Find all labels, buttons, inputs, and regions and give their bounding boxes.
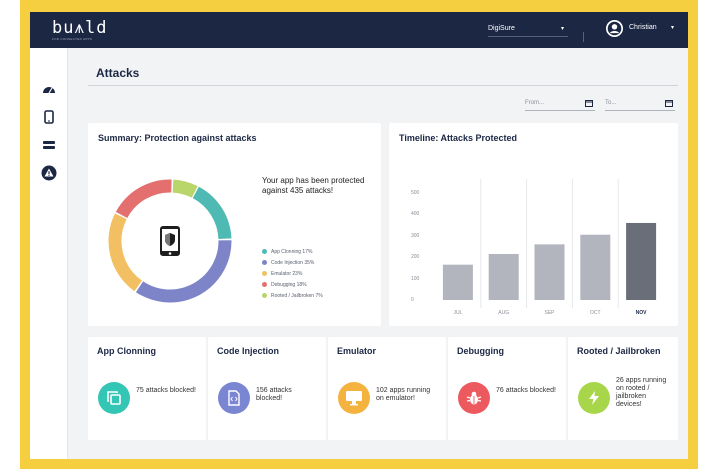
topbar-separator <box>583 32 584 42</box>
user-menu-chevron-icon[interactable]: ▾ <box>671 24 674 31</box>
legend-dot <box>262 271 267 276</box>
phone-shield-icon <box>160 226 180 256</box>
sidebar-item-dashboard[interactable] <box>41 81 57 97</box>
sidebar-item-devices[interactable] <box>41 109 57 125</box>
x-tick-label: SEP <box>544 310 555 316</box>
stat-text: 26 apps running on rooted / jailbroken d… <box>616 377 667 408</box>
stat-text: 156 attacks blocked! <box>256 387 292 402</box>
monitor-icon <box>346 391 362 406</box>
legend-item: Rooted / Jailbroken 7% <box>262 293 323 299</box>
attacks-bar-chart: 0 100 200 300 400 500 JUL AUG SEP OCT NOV <box>389 123 678 326</box>
legend-item: Code Injection 35% <box>262 260 314 266</box>
copy-icon <box>107 391 121 405</box>
stat-icon-badge <box>218 382 250 414</box>
legend-dot <box>262 282 267 287</box>
stat-icon-badge <box>98 382 130 414</box>
bar-jul[interactable] <box>442 264 473 300</box>
legend-item: Debugging 18% <box>262 282 307 288</box>
stat-text: 75 attacks blocked! <box>136 387 196 394</box>
x-tick-label: OCT <box>590 310 601 316</box>
logo-tagline: FOR CONNECTED APPS <box>52 37 93 41</box>
bar-oct[interactable] <box>580 234 611 300</box>
x-tick-label: AUG <box>498 310 510 316</box>
stat-card-rooted-jailbroken[interactable]: Rooted / Jailbroken 26 apps running on r… <box>568 337 678 440</box>
bug-icon <box>466 391 482 405</box>
stat-icon-badge <box>578 382 610 414</box>
date-from-placeholder: From... <box>525 100 544 106</box>
stat-text: 102 apps running on emulator! <box>376 387 431 402</box>
x-tick-label: JUL <box>453 310 463 316</box>
date-to-placeholder: To... <box>605 100 617 106</box>
stat-title: App Clonning <box>97 346 156 356</box>
summary-text: Your app has been protected against 435 … <box>262 176 365 195</box>
header-divider <box>88 85 678 86</box>
legend-label: App Clonning 17% <box>271 249 313 255</box>
bar-aug[interactable] <box>488 253 519 300</box>
stat-icon-badge <box>338 382 370 414</box>
chevron-down-icon: ▾ <box>560 26 564 32</box>
dashboard-icon <box>43 87 55 94</box>
user-menu-name[interactable]: Christian <box>629 24 657 31</box>
legend-item: Emulator 23% <box>262 271 302 277</box>
stat-title: Emulator <box>337 346 377 356</box>
bar-plot-area <box>442 179 657 308</box>
bar-nov[interactable] <box>626 222 657 300</box>
stat-title: Code Injection <box>217 346 280 356</box>
date-to-input[interactable]: To... <box>605 98 675 111</box>
page-title: Attacks <box>96 66 140 80</box>
server-icon <box>43 141 55 149</box>
code-file-icon <box>228 390 240 406</box>
legend-dot <box>262 293 267 298</box>
app-screen: bu⩚ld FOR CONNECTED APPS DigiSure ▾ Chri… <box>30 12 688 459</box>
sidebar-item-attacks[interactable] <box>41 165 57 181</box>
legend-label: Rooted / Jailbroken 7% <box>271 293 323 299</box>
summary-title: Summary: Protection against attacks <box>98 133 257 143</box>
legend-label: Code Injection 35% <box>271 260 315 266</box>
sidebar-item-servers[interactable] <box>41 137 57 153</box>
stat-icon-badge <box>458 382 490 414</box>
alert-icon <box>41 165 57 181</box>
tenant-select-value: DigiSure <box>488 25 515 32</box>
user-avatar-icon[interactable] <box>606 20 623 37</box>
legend-dot <box>262 249 267 254</box>
legend-dot <box>262 260 267 265</box>
summary-legend: App Clonning 17% Code Injection 35% Emulat… <box>262 249 382 309</box>
stat-title: Rooted / Jailbroken <box>577 346 661 356</box>
top-bar: bu⩚ld FOR CONNECTED APPS DigiSure ▾ Chri… <box>30 12 688 48</box>
legend-label: Emulator 23% <box>271 271 303 277</box>
stat-card-emulator[interactable]: Emulator 102 apps running on emulator! <box>328 337 446 440</box>
stat-card-code-injection[interactable]: Code Injection 156 attacks blocked! <box>208 337 326 440</box>
bar-sep[interactable] <box>534 244 565 300</box>
x-tick-label: NOV <box>635 310 647 316</box>
app-logo[interactable]: bu⩚ld <box>52 18 108 38</box>
lightning-icon <box>589 391 599 405</box>
legend-label: Debugging 18% <box>271 282 307 288</box>
calendar-icon[interactable] <box>585 99 593 107</box>
date-from-input[interactable]: From... <box>525 98 595 111</box>
stat-title: Debugging <box>457 346 504 356</box>
stat-card-app-clonning[interactable]: App Clonning 75 attacks blocked! <box>88 337 206 440</box>
stat-text: 76 attacks blocked! <box>496 387 556 394</box>
mobile-device-icon <box>44 110 54 124</box>
stat-card-debugging[interactable]: Debugging 76 attacks blocked! <box>448 337 566 440</box>
summary-card: Summary: Protection against attacks Your… <box>88 123 381 326</box>
sidebar <box>30 48 68 459</box>
tenant-select[interactable]: DigiSure ▾ <box>488 23 568 37</box>
calendar-icon[interactable] <box>665 99 673 107</box>
legend-item: App Clonning 17% <box>262 249 312 255</box>
timeline-card: Timeline: Attacks Protected 0 100 200 300 40… <box>389 123 678 326</box>
